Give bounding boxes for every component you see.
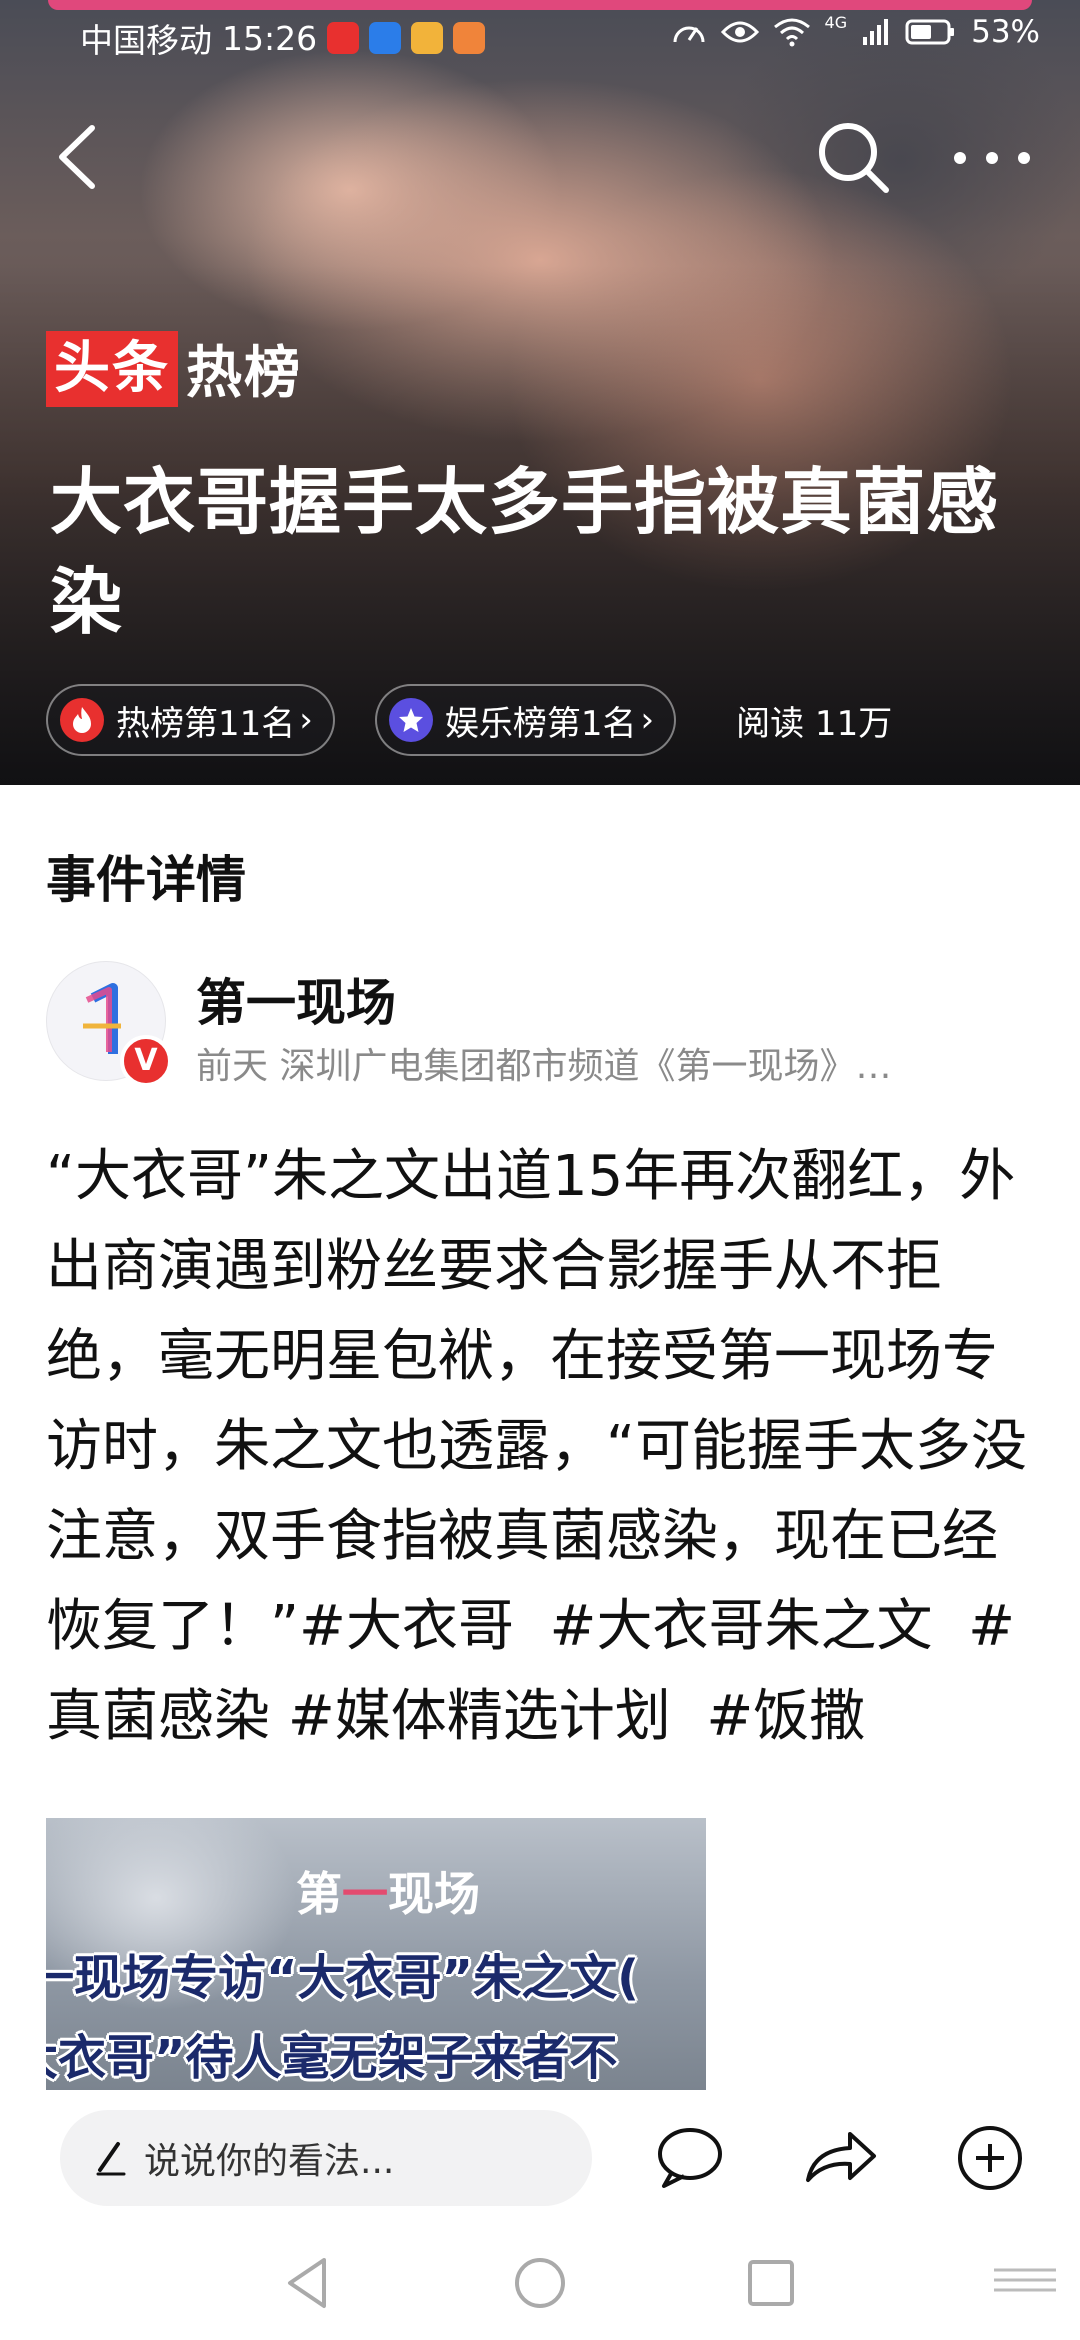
video-logo-part: 现场 <box>388 1867 480 1921</box>
circle-home-icon <box>515 2258 565 2308</box>
star-icon <box>388 698 433 742</box>
eye-comfort-icon <box>720 21 759 43</box>
notification-app-icon <box>411 22 444 54</box>
toutiao-hot-brand: 头条 热榜 <box>46 328 302 409</box>
more-button[interactable] <box>940 112 1050 202</box>
chevron-right-icon: › <box>299 700 313 740</box>
article-body: “大衣哥”朱之文出道15年再次翻红，外出商演遇到粉丝要求合影握手从不拒绝，毫无明… <box>46 1132 1036 1762</box>
battery-percent: 53% <box>971 14 1040 50</box>
chip-entertainment-rank[interactable]: 娱乐榜第1名 › <box>374 684 677 756</box>
hashtag-link[interactable]: #大衣哥朱之文 <box>550 1594 933 1659</box>
read-count: 阅读 11万 <box>736 703 893 744</box>
author-name[interactable]: 第一现场 <box>196 963 396 1035</box>
network-type: 4G <box>824 12 848 32</box>
nav-back-button[interactable] <box>274 2248 344 2318</box>
share-arrow-icon <box>806 2132 876 2182</box>
hashtag-link[interactable]: #媒体精选计划 <box>288 1684 671 1749</box>
wifi-icon <box>773 18 810 47</box>
chip-hot-rank[interactable]: 热榜第11名 › <box>46 684 335 756</box>
more-dots-icon <box>954 152 1030 164</box>
video-thumbnail[interactable]: 第一现场 一现场专访“大衣哥”朱之文( 大衣哥”待人毫无架子来者不 <box>46 1818 706 2090</box>
chip-entertainment-rank-label: 娱乐榜第1名 <box>444 703 637 744</box>
top-nav <box>0 100 1080 210</box>
comment-bubble-icon <box>658 2128 722 2188</box>
rank-chips: 热榜第11名 › 娱乐榜第1名 › 阅读 11万 <box>46 684 892 756</box>
video-caption-2: 大衣哥”待人毫无架子来者不 <box>46 2030 618 2086</box>
status-right: 4G 53% <box>671 12 1040 50</box>
carrier-label: 中国移动 <box>80 21 212 60</box>
chevron-right-icon: › <box>640 700 655 740</box>
browser-app-icon <box>369 22 402 54</box>
status-left: 中国移动 15:26 <box>80 14 486 62</box>
verified-badge: V <box>120 1035 172 1087</box>
square-recents-icon <box>748 2260 794 2306</box>
comment-placeholder: 说说你的看法... <box>144 2141 395 2182</box>
section-title: 事件详情 <box>46 851 246 909</box>
pen-icon <box>96 2142 126 2176</box>
hashtag-link[interactable]: #饭撒 <box>706 1684 865 1749</box>
brand-white-label: 热榜 <box>186 341 302 406</box>
hero-title: 大衣哥握手太多手指被真菌感染 <box>50 460 1000 644</box>
huawei-app-icon <box>327 22 360 54</box>
search-icon <box>819 123 889 193</box>
battery-icon <box>905 19 955 45</box>
chevron-left-icon <box>59 125 95 189</box>
search-button[interactable] <box>808 112 898 202</box>
share-button[interactable] <box>796 2114 884 2202</box>
message-app-icon <box>453 22 486 54</box>
add-button[interactable] <box>946 2114 1034 2202</box>
author-row[interactable]: V 第一现场 前天 深圳广电集团都市频道《第一现场》… <box>46 955 1046 1087</box>
video-caption-1: 一现场专访“大衣哥”朱之文( <box>46 1950 640 2006</box>
comment-button[interactable] <box>646 2114 734 2202</box>
bottom-action-bar: 说说你的看法... <box>0 2100 1080 2220</box>
nav-home-button[interactable] <box>505 2248 575 2318</box>
brand-red-label: 头条 <box>46 330 178 407</box>
clock: 15:26 <box>222 18 318 58</box>
speed-icon <box>673 26 705 43</box>
menu-lines-icon[interactable] <box>990 2260 1060 2330</box>
fire-icon <box>60 698 104 742</box>
chip-hot-rank-label: 热榜第11名 <box>116 703 296 744</box>
article-text: “大衣哥”朱之文出道15年再次翻红，外出商演遇到粉丝要求合影握手从不拒绝，毫无明… <box>46 1144 1028 1659</box>
author-meta: 前天 深圳广电集团都市频道《第一现场》… <box>196 1046 892 1087</box>
video-logo-part: 一 <box>342 1867 388 1921</box>
status-bar: 中国移动 15:26 4G 53% <box>0 0 1080 76</box>
comment-input[interactable]: 说说你的看法... <box>60 2110 592 2206</box>
system-nav-bar <box>0 2220 1080 2340</box>
hero-banner: 中国移动 15:26 4G 53% 头条 热榜 大衣哥握手太多手指被真菌感染 热… <box>0 0 1080 785</box>
video-logo-part: 第 <box>296 1867 342 1921</box>
triangle-back-icon <box>288 2258 326 2308</box>
hashtag-link[interactable]: #大衣哥 <box>299 1594 514 1659</box>
back-button[interactable] <box>40 112 120 202</box>
signal-icon <box>863 19 889 45</box>
add-circle-icon <box>958 2126 1022 2190</box>
nav-recents-button[interactable] <box>736 2248 806 2318</box>
video-channel-logo: 第一现场 <box>296 1858 480 1924</box>
